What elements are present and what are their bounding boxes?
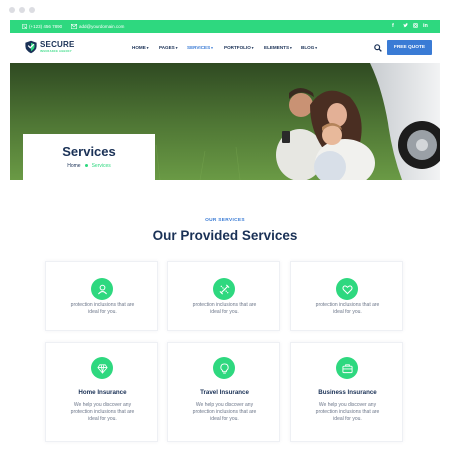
browser-chrome [0,0,450,20]
breadcrumb-current: Services [91,163,111,169]
card-description-line: ideal for you. [210,309,239,315]
card-description-line: protection inclusions that are [192,302,257,308]
card-description: We help you discover any protection incl… [56,402,149,423]
chevron-down-icon: ▾ [290,46,292,50]
nav-label: SERVICES [187,45,211,50]
service-card[interactable]: Travel Insurance We help you discover an… [167,342,280,442]
user-icon [91,278,113,300]
card-description-line: ideal for you. [88,416,117,422]
window-dot-icon [19,7,25,13]
service-card[interactable]: protection inclusions that are ideal for… [45,261,158,331]
envelope-icon [71,24,77,29]
twitter-icon[interactable] [403,23,408,30]
main-navbar: SECURE INSURANCE AGENCY HOME▾ PAGES▾ SER… [10,33,440,63]
card-description: We help you discover any protection incl… [178,402,271,423]
card-description-line: protection inclusions that are [192,409,257,415]
breadcrumb: Home Services [23,163,155,169]
nav-item-blog[interactable]: BLOG▾ [301,45,317,50]
free-quote-button[interactable]: FREE QUOTE [387,40,432,55]
nav-label: PAGES [159,45,175,50]
nav-item-elements[interactable]: ELEMENTS▾ [264,45,292,50]
card-description-line: protection inclusions that are [315,302,380,308]
nav-item-portfolio[interactable]: PORTFOLIO▾ [224,45,254,50]
nav-label: BLOG [301,45,315,50]
brand-name[interactable]: SECURE [40,40,75,49]
card-description-line: We help you discover any [318,402,377,408]
chevron-down-icon: ▾ [315,46,318,50]
window-dot-icon [29,7,35,13]
page-title-card: Services Home Services [23,134,155,180]
card-description-line: protection inclusions that are [315,409,380,415]
service-card[interactable]: protection inclusions that are ideal for… [290,261,403,331]
phone-icon [22,24,27,29]
phone-number[interactable]: (+123) 456 7890 [29,24,62,29]
section-title: Our Provided Services [152,228,298,243]
card-description-line: protection inclusions that are [70,302,135,308]
card-title[interactable]: Home Insurance [46,389,159,396]
email-address[interactable]: add@yourdomain.com [79,24,124,29]
phone-contact[interactable]: (+123) 456 7890 [22,24,62,29]
card-description-line: ideal for you. [88,309,117,315]
window-dot-icon [9,7,15,13]
nav-item-home[interactable]: HOME▾ [132,45,149,50]
card-title[interactable]: Business Insurance [291,389,404,396]
chevron-down-icon: ▾ [211,46,213,50]
card-description-line: We help you discover any [195,402,254,408]
section-eyebrow: OUR SERVICES [205,218,245,223]
card-description-line: protection inclusions that are [70,409,135,415]
card-description: protection inclusions that are ideal for… [56,302,149,316]
service-card[interactable]: protection inclusions that are ideal for… [167,261,280,331]
chevron-down-icon: ▾ [146,46,149,50]
search-icon[interactable] [374,44,382,52]
page-title: Services [62,144,116,159]
tools-icon [213,278,235,300]
linkedin-icon[interactable]: in [423,23,428,29]
website-frame: (+123) 456 7890 add@yourdomain.com f in … [10,20,440,456]
service-card[interactable]: Home Insurance We help you discover any … [45,342,158,442]
service-card[interactable]: Business Insurance We help you discover … [290,342,403,442]
nav-item-pages[interactable]: PAGES▾ [159,45,178,50]
top-contact-bar: (+123) 456 7890 add@yourdomain.com f in [10,20,440,33]
lightbulb-icon [213,357,235,379]
hero-banner: Services Home Services [10,63,440,180]
nav-label: PORTFOLIO [224,45,251,50]
chevron-down-icon: ▾ [251,46,254,50]
briefcase-icon [336,357,358,379]
card-description-line: ideal for you. [333,416,362,422]
card-description: We help you discover any protection incl… [301,402,394,423]
card-title[interactable]: Travel Insurance [168,389,281,396]
diamond-icon [91,357,113,379]
nav-label: ELEMENTS [264,45,290,50]
chevron-down-icon: ▾ [175,46,178,50]
nav-item-services[interactable]: SERVICES▾ [187,45,213,50]
card-description: protection inclusions that are ideal for… [178,302,271,316]
facebook-icon[interactable]: f [392,23,394,29]
breadcrumb-dot-icon [84,163,88,167]
card-description-line: We help you discover any [73,402,132,408]
card-description: protection inclusions that are ideal for… [301,302,394,316]
shield-logo-icon[interactable] [24,40,38,54]
brand-tagline: INSURANCE AGENCY [40,50,72,53]
email-contact[interactable]: add@yourdomain.com [71,24,124,29]
instagram-icon[interactable] [413,23,418,30]
card-description-line: ideal for you. [333,309,362,315]
breadcrumb-home-link[interactable]: Home [67,163,80,169]
nav-label: HOME [132,45,146,50]
card-description-line: ideal for you. [210,416,239,422]
heart-icon [336,278,358,300]
